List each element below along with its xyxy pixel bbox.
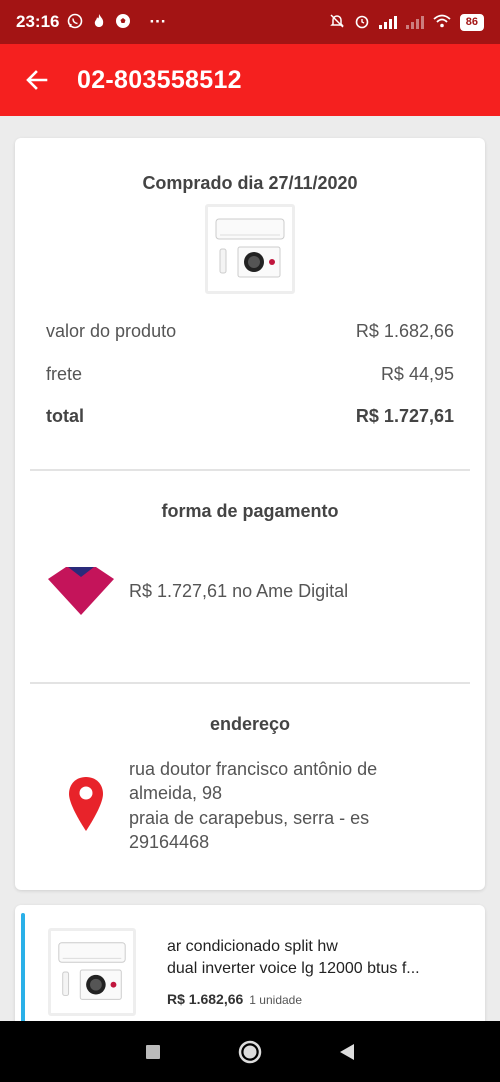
item-quantity: 1 unidade	[249, 993, 303, 1007]
alarm-icon	[354, 13, 370, 32]
shipping-row: frete R$ 44,95	[46, 364, 454, 385]
row-value: R$ 44,95	[380, 364, 454, 384]
item-name-line: dual inverter voice lg 12000 btus f...	[167, 960, 420, 978]
square-icon	[146, 1044, 161, 1059]
row-label: valor do produto	[46, 321, 177, 341]
order-item-card[interactable]: ar condicionado split hw dual inverter v…	[15, 905, 485, 1035]
address-line: 29164468	[129, 831, 210, 852]
payment-description: R$ 1.727,61 no Ame Digital	[129, 581, 349, 601]
item-name-line: ar condicionado split hw	[167, 938, 338, 955]
order-summary-card: Comprado dia 27/11/2020 valor do produto…	[15, 138, 485, 890]
address-line: praia de carapebus, serra - es	[129, 807, 370, 828]
status-left: 23:16 ···	[16, 12, 166, 32]
system-nav-bar	[0, 1021, 500, 1082]
item-price: R$ 1.682,66	[167, 991, 244, 1007]
row-label: total	[46, 406, 84, 426]
address-section-title: endereço	[209, 714, 291, 734]
divider	[30, 682, 470, 684]
address-line: rua doutor francisco antônio de	[129, 759, 378, 779]
divider	[30, 469, 470, 471]
soccer-ball-icon	[115, 13, 131, 32]
more-notifications-indicator: ···	[149, 12, 167, 31]
address-line: almeida, 98	[129, 783, 223, 804]
flame-icon	[91, 13, 107, 32]
item-price-row: R$ 1.682,66 1 unidade	[167, 991, 302, 1007]
total-row: total R$ 1.727,61	[46, 406, 454, 427]
air-conditioner-image	[215, 218, 285, 278]
signal-strength-icon	[378, 15, 397, 29]
back-button[interactable]	[22, 65, 52, 95]
location-pin-icon	[69, 777, 103, 831]
delivery-address: rua doutor francisco antônio de almeida,…	[129, 757, 459, 854]
battery-icon: 86	[459, 13, 484, 31]
payment-section-title: forma de pagamento	[161, 501, 339, 521]
row-value: R$ 1.682,66	[355, 321, 454, 341]
product-value-row: valor do produto R$ 1.682,66	[46, 321, 454, 342]
status-right: 86	[329, 13, 484, 32]
arrow-left-icon	[26, 70, 48, 90]
item-image[interactable]	[48, 928, 136, 1016]
item-status-accent	[21, 913, 25, 1035]
order-number-title: 02-803558512	[77, 65, 242, 94]
row-label: frete	[46, 364, 83, 384]
whatsapp-icon	[67, 13, 83, 32]
product-image[interactable]	[205, 204, 295, 294]
recent-apps-button[interactable]	[133, 1032, 173, 1072]
ame-digital-logo-icon	[48, 567, 114, 615]
row-value: R$ 1.727,61	[355, 406, 454, 426]
air-conditioner-image	[58, 942, 126, 1000]
circle-icon	[238, 1040, 262, 1063]
muted-bell-icon	[329, 13, 345, 32]
purchase-date: Comprado dia 27/11/2020	[142, 173, 358, 193]
back-nav-button[interactable]	[327, 1032, 367, 1072]
status-time: 23:16	[16, 12, 60, 31]
home-button[interactable]	[230, 1032, 270, 1072]
app-bar: 02-803558512	[0, 44, 500, 116]
item-name: ar condicionado split hw dual inverter v…	[167, 936, 467, 981]
status-bar: 23:16 ··· 86	[0, 0, 500, 44]
triangle-back-icon	[339, 1043, 354, 1060]
signal-strength-2-icon	[405, 15, 424, 29]
wifi-icon	[433, 14, 451, 31]
